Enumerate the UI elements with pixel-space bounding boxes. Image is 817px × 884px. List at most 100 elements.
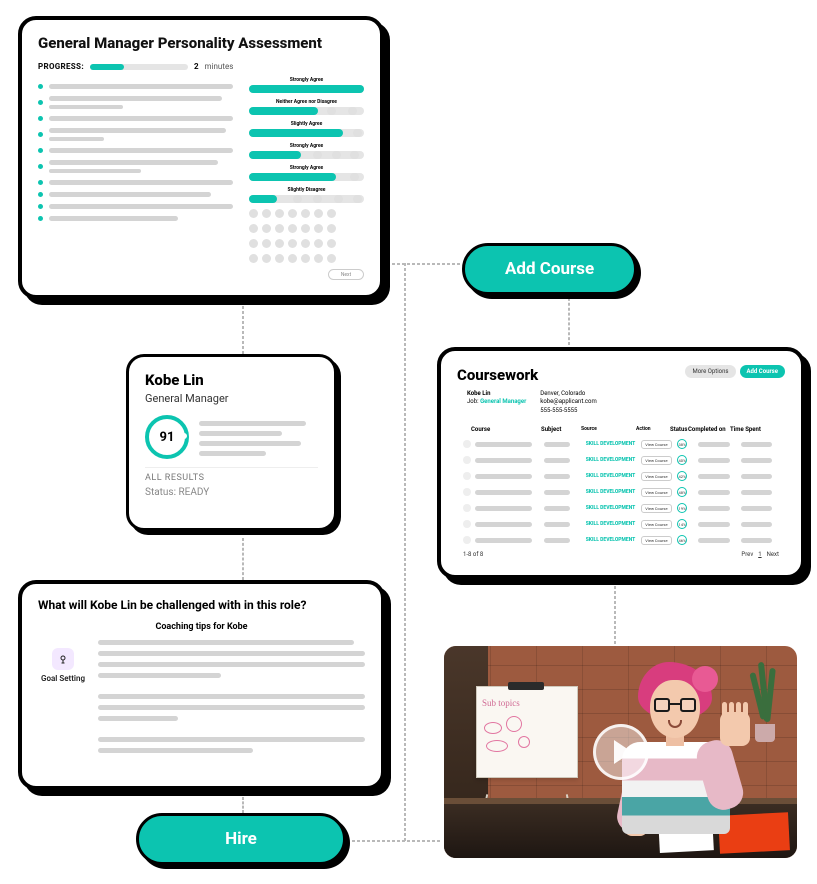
view-course-button[interactable]: View Course (641, 488, 671, 497)
more-options-button[interactable]: More Options (685, 365, 735, 378)
flip-chart: Sub topics (468, 686, 586, 812)
col-status: Status (670, 426, 688, 433)
connector (242, 306, 244, 354)
progress-ring: 46% (677, 535, 687, 545)
row-checkbox[interactable] (463, 536, 471, 544)
connector (404, 263, 406, 841)
profile-role: General Manager (145, 392, 318, 405)
assessment-card: General Manager Personality Assessment P… (18, 16, 384, 299)
cw-person-name: Kobe Lin (467, 390, 526, 398)
table-row: SKILL DEVELOPMENT View Course 14% (457, 516, 785, 532)
connector (568, 293, 570, 345)
table-row: SKILL DEVELOPMENT View Course 40% (457, 452, 785, 468)
connector (242, 538, 244, 580)
cw-job-link[interactable]: General Manager (480, 398, 526, 405)
scale-label: Slightly Agree (249, 121, 364, 127)
score-value: 91 (160, 430, 175, 445)
score-ring: 91 (145, 415, 189, 459)
progress-ring: 14% (677, 519, 687, 529)
col-action: Action (636, 426, 670, 433)
table-row: SKILL DEVELOPMENT View Course 19% (457, 500, 785, 516)
source-link[interactable]: SKILL DEVELOPMENT (586, 489, 638, 495)
row-checkbox[interactable] (463, 488, 471, 496)
view-course-button[interactable]: View Course (641, 440, 671, 449)
source-link[interactable]: SKILL DEVELOPMENT (586, 521, 638, 527)
question-list (38, 77, 233, 280)
next-page[interactable]: Next (767, 551, 779, 558)
table-row: SKILL DEVELOPMENT View Course 46% (457, 532, 785, 548)
connector (352, 840, 440, 842)
progress-ring: 19% (677, 503, 687, 513)
col-course: Course (471, 426, 541, 433)
source-link[interactable]: SKILL DEVELOPMENT (586, 473, 638, 479)
response-scale: Strongly Agree Neither Agree nor Disagre… (249, 77, 364, 280)
view-course-button[interactable]: View Course (641, 536, 671, 545)
row-checkbox[interactable] (463, 472, 471, 480)
profile-name: Kobe Lin (145, 371, 318, 389)
connector (392, 263, 460, 265)
progress-number: 2 (194, 62, 199, 71)
scale-label: Slightly Disagree (249, 187, 364, 193)
view-course-button[interactable]: View Course (641, 504, 671, 513)
row-checkbox[interactable] (463, 440, 471, 448)
row-checkbox[interactable] (463, 504, 471, 512)
view-course-button[interactable]: View Course (641, 456, 671, 465)
profile-card: Kobe Lin General Manager 91 ALL RESULTS … (126, 354, 337, 531)
progress-unit: minutes (205, 62, 234, 71)
prev-page[interactable]: Prev (741, 551, 753, 558)
next-button[interactable]: Next (328, 269, 364, 280)
coursework-table: Course Subject Source Action Status Comp… (457, 423, 785, 548)
play-icon[interactable] (593, 724, 649, 780)
profile-details (199, 421, 318, 456)
add-course-button[interactable]: Add Course (462, 243, 637, 295)
table-row: SKILL DEVELOPMENT View Course 42% (457, 468, 785, 484)
source-link[interactable]: SKILL DEVELOPMENT (586, 457, 638, 463)
progress-bar (90, 64, 188, 70)
view-course-button[interactable]: View Course (641, 520, 671, 529)
add-course-button-small[interactable]: Add Course (740, 365, 785, 378)
source-link[interactable]: SKILL DEVELOPMENT (586, 441, 638, 447)
page-number[interactable]: 1 (758, 551, 761, 558)
progress-ring: 40% (677, 455, 687, 465)
cw-email: kobe@applicant.com (540, 398, 596, 406)
cw-location: Denver, Colorado (540, 390, 596, 398)
source-link[interactable]: SKILL DEVELOPMENT (586, 537, 638, 543)
scale-label: Neither Agree nor Disagree (249, 99, 364, 105)
cw-phone: 555-555-5555 (540, 407, 596, 415)
col-timespent: Time Spent (730, 426, 770, 433)
progress-ring: 48% (677, 487, 687, 497)
source-link[interactable]: SKILL DEVELOPMENT (586, 505, 638, 511)
progress-ring: 38% (677, 439, 687, 449)
connector (242, 797, 244, 813)
col-completed: Completed on (688, 426, 730, 433)
scale-label: Strongly Agree (249, 165, 364, 171)
progress-label: PROGRESS: (38, 62, 84, 71)
progress-row: PROGRESS: 2 minutes (38, 62, 364, 71)
table-row: SKILL DEVELOPMENT View Course 48% (457, 484, 785, 500)
coaching-subtitle: Coaching tips for Kobe (38, 622, 365, 632)
status-row: Status: READY (145, 487, 318, 498)
challenges-title: What will Kobe Lin be challenged with in… (38, 598, 365, 612)
view-course-button[interactable]: View Course (641, 472, 671, 481)
pagination-range: 1-8 of 8 (463, 551, 483, 558)
coursework-card: Coursework More Options Add Course Kobe … (437, 347, 805, 579)
scale-label: Strongly Agree (249, 77, 364, 83)
col-subject: Subject (541, 426, 581, 433)
hire-button[interactable]: Hire (136, 813, 346, 865)
target-icon (52, 648, 74, 670)
topic-label: Goal Setting (41, 674, 85, 683)
challenges-card: What will Kobe Lin be challenged with in… (18, 580, 385, 790)
row-checkbox[interactable] (463, 520, 471, 528)
coursework-profile: Kobe Lin Job: General Manager Denver, Co… (457, 390, 785, 415)
progress-ring: 42% (677, 471, 687, 481)
connector (614, 586, 616, 644)
all-results-label[interactable]: ALL RESULTS (145, 467, 318, 483)
col-source: Source (581, 426, 636, 433)
training-video[interactable]: Sub topics (444, 646, 797, 858)
assessment-title: General Manager Personality Assessment (38, 34, 364, 52)
table-row: SKILL DEVELOPMENT View Course 38% (457, 436, 785, 452)
coursework-title: Coursework (457, 366, 538, 384)
flip-chart-title: Sub topics (482, 698, 520, 708)
row-checkbox[interactable] (463, 456, 471, 464)
scale-label: Strongly Agree (249, 143, 364, 149)
